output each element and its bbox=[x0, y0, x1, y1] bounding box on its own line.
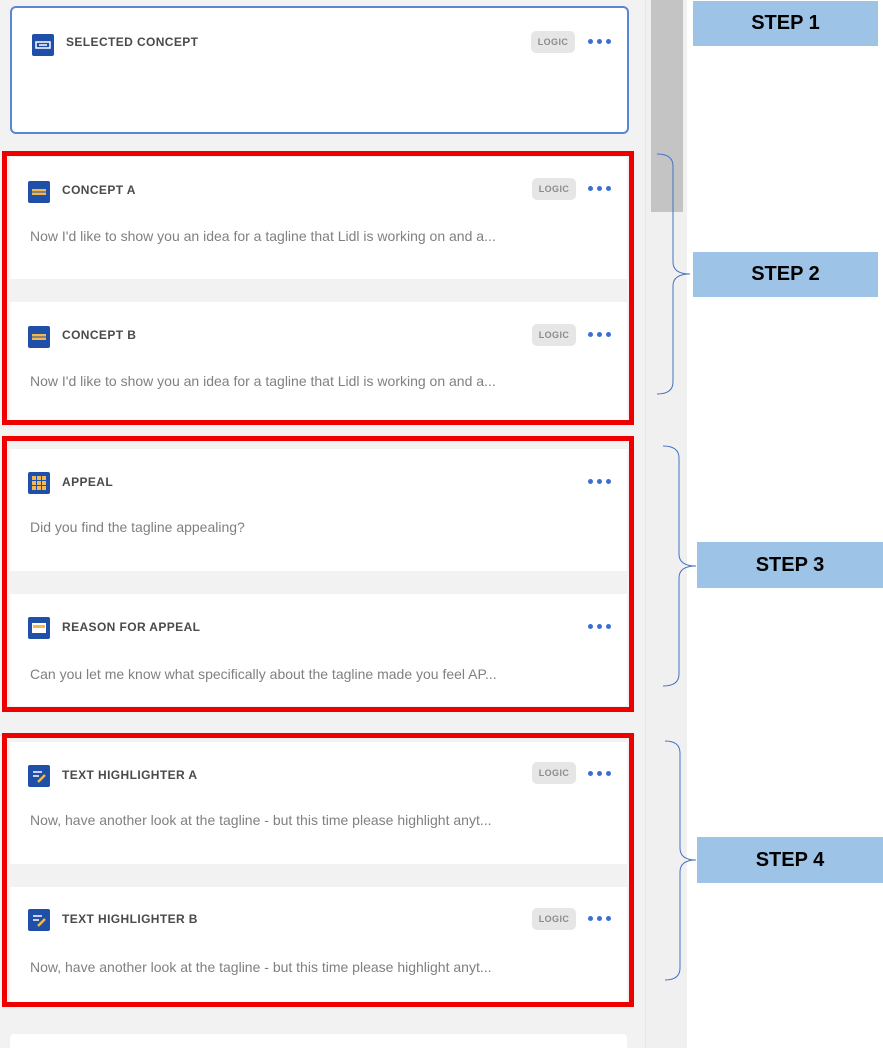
step-label-4: STEP 4 bbox=[697, 837, 883, 883]
step-label-3: STEP 3 bbox=[697, 542, 883, 588]
bracket-step-3 bbox=[662, 445, 697, 687]
step-label-1: STEP 1 bbox=[693, 1, 878, 46]
step-label-2: STEP 2 bbox=[693, 252, 878, 297]
bracket-step-4 bbox=[664, 740, 697, 981]
bracket-step-2 bbox=[656, 153, 691, 395]
annotation-brackets bbox=[656, 153, 697, 981]
